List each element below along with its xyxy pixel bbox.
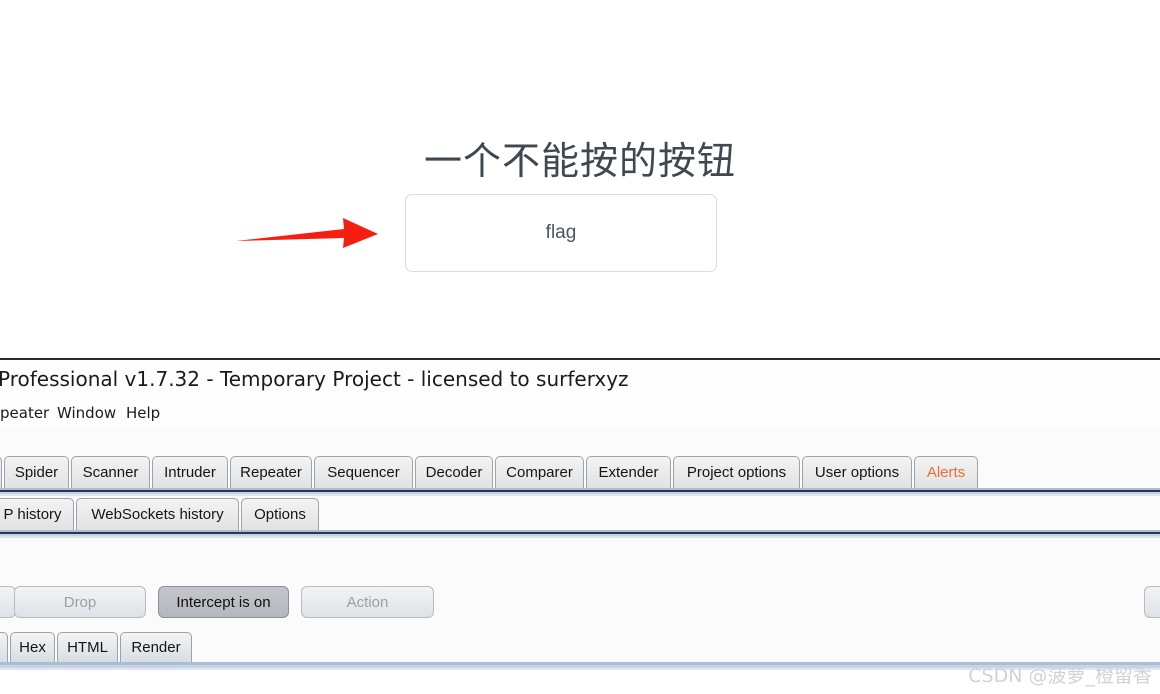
burp-tab-decoder[interactable]: Decoder bbox=[415, 456, 493, 488]
burp-tab-comparer[interactable]: Comparer bbox=[495, 456, 584, 488]
comment-button[interactable] bbox=[1144, 586, 1160, 618]
action-button[interactable]: Action bbox=[301, 586, 434, 618]
editor-tab-html[interactable]: HTML bbox=[57, 632, 118, 662]
burp-subtab-options[interactable]: Options bbox=[241, 498, 319, 530]
burp-tab-extender[interactable]: Extender bbox=[586, 456, 671, 488]
burp-title-label: Professional v1.7.32 - Temporary Project… bbox=[0, 367, 629, 391]
burp-tab-project-options[interactable]: Project options bbox=[673, 456, 800, 488]
burp-message-editor-tab-bar[interactable]: Hex HTML Render bbox=[0, 632, 1160, 664]
burp-tab-user-options[interactable]: User options bbox=[802, 456, 912, 488]
main-tab-bar-underline bbox=[0, 488, 1160, 496]
intercept-toggle-button[interactable]: Intercept is on bbox=[158, 586, 289, 618]
page-title: 一个不能按的按钮 bbox=[423, 139, 736, 183]
sub-tab-bar-underline bbox=[0, 530, 1160, 538]
burp-subtab-p-history[interactable]: P history bbox=[0, 498, 74, 530]
browser-page-viewport: 一个不能按的按钮 flag bbox=[0, 0, 1160, 358]
burp-suite-window: Professional v1.7.32 - Temporary Project… bbox=[0, 358, 1160, 694]
editor-tab-render[interactable]: Render bbox=[120, 632, 192, 662]
message-editor-underline bbox=[0, 662, 1160, 670]
menu-item-window[interactable]: Window bbox=[57, 404, 116, 422]
editor-tab-hex[interactable]: Hex bbox=[10, 632, 55, 662]
burp-subtab-websockets-history[interactable]: WebSockets history bbox=[76, 498, 239, 530]
flag-button[interactable]: flag bbox=[405, 194, 717, 272]
burp-titlebar: Professional v1.7.32 - Temporary Project… bbox=[0, 360, 1160, 400]
burp-main-tab-bar[interactable]: Spider Scanner Intruder Repeater Sequencer De… bbox=[0, 456, 1160, 490]
burp-tab-sequencer[interactable]: Sequencer bbox=[314, 456, 413, 488]
burp-tab-intruder[interactable]: Intruder bbox=[152, 456, 228, 488]
drop-button[interactable]: Drop bbox=[14, 586, 146, 618]
burp-window-footer bbox=[0, 670, 1160, 694]
burp-tab-repeater[interactable]: Repeater bbox=[230, 456, 312, 488]
burp-tab-scanner[interactable]: Scanner bbox=[71, 456, 150, 488]
menu-item-peater[interactable]: peater bbox=[0, 404, 49, 422]
burp-tab-clipped-left[interactable] bbox=[0, 456, 2, 488]
burp-menubar[interactable]: peater Window Help bbox=[0, 400, 1160, 428]
menu-item-help[interactable]: Help bbox=[126, 404, 160, 422]
burp-tab-spider[interactable]: Spider bbox=[4, 456, 69, 488]
red-pointer-arrow-icon bbox=[236, 218, 378, 248]
burp-proxy-sub-tab-bar[interactable]: P history WebSockets history Options bbox=[0, 498, 1160, 532]
burp-tab-alerts[interactable]: Alerts bbox=[914, 456, 978, 488]
editor-tab-raw[interactable] bbox=[0, 632, 8, 662]
